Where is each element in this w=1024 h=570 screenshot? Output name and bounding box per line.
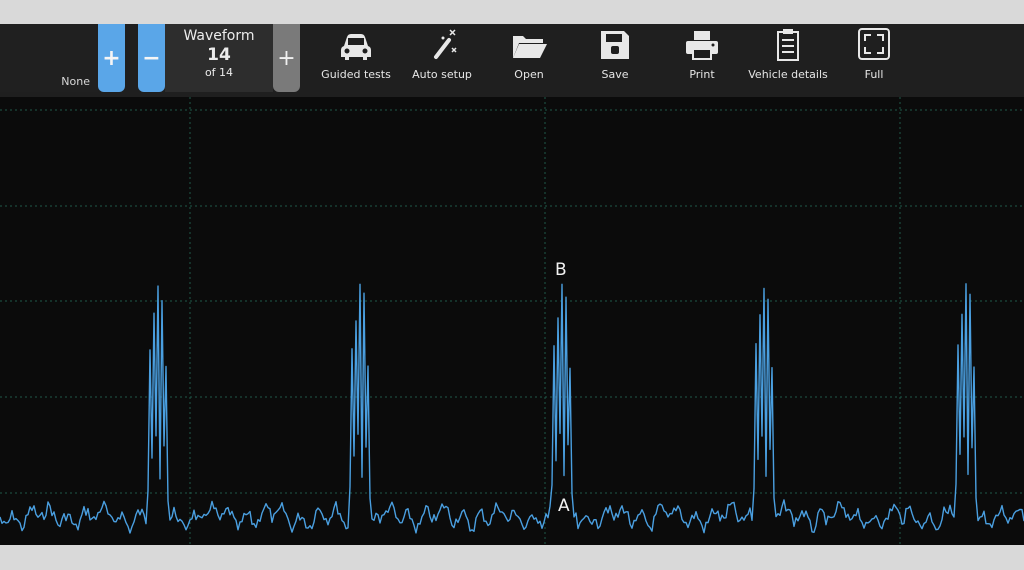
print-label: Print — [689, 68, 715, 81]
waveform-number: 14 — [207, 45, 231, 65]
waveform-plot — [0, 97, 1024, 545]
guided-tests-button[interactable]: Guided tests — [313, 24, 399, 92]
save-icon — [601, 31, 629, 59]
waveform-display[interactable]: B A — [0, 97, 1024, 545]
channel-selector[interactable]: None — [0, 24, 98, 92]
channel-label: None — [61, 75, 90, 88]
car-icon — [341, 34, 371, 60]
clipboard-icon — [777, 29, 799, 61]
marker-a[interactable]: A — [558, 496, 570, 516]
waveform-trace — [0, 283, 1024, 534]
waveform-next-button[interactable]: + — [273, 24, 300, 92]
full-label: Full — [864, 68, 884, 81]
app-window: None + − Waveform 14 of 14 + Guided test… — [0, 24, 1024, 545]
folder-open-icon — [513, 36, 547, 58]
open-button[interactable]: Open — [486, 24, 572, 92]
auto-setup-button[interactable]: Auto setup — [399, 24, 485, 92]
waveform-prev-button[interactable]: − — [138, 24, 165, 92]
printer-icon — [686, 31, 718, 60]
magic-wand-icon — [434, 29, 457, 59]
fullscreen-icon — [858, 28, 890, 60]
vehicle-details-button[interactable]: Vehicle details — [745, 24, 831, 92]
open-label: Open — [514, 68, 544, 81]
toolbar: None + − Waveform 14 of 14 + Guided test… — [0, 24, 1024, 97]
save-button[interactable]: Save — [572, 24, 658, 92]
guided-tests-label: Guided tests — [321, 68, 391, 81]
channel-plus-button[interactable]: + — [98, 24, 125, 92]
waveform-total: of 14 — [204, 66, 234, 79]
save-label: Save — [601, 68, 629, 81]
auto-setup-label: Auto setup — [412, 68, 472, 81]
print-button[interactable]: Print — [659, 24, 745, 92]
waveform-title: Waveform — [183, 28, 255, 44]
vehicle-details-label: Vehicle details — [748, 68, 828, 81]
waveform-counter: Waveform 14 of 14 — [165, 24, 273, 92]
full-screen-button[interactable]: Full — [831, 24, 917, 92]
marker-b[interactable]: B — [555, 260, 567, 280]
